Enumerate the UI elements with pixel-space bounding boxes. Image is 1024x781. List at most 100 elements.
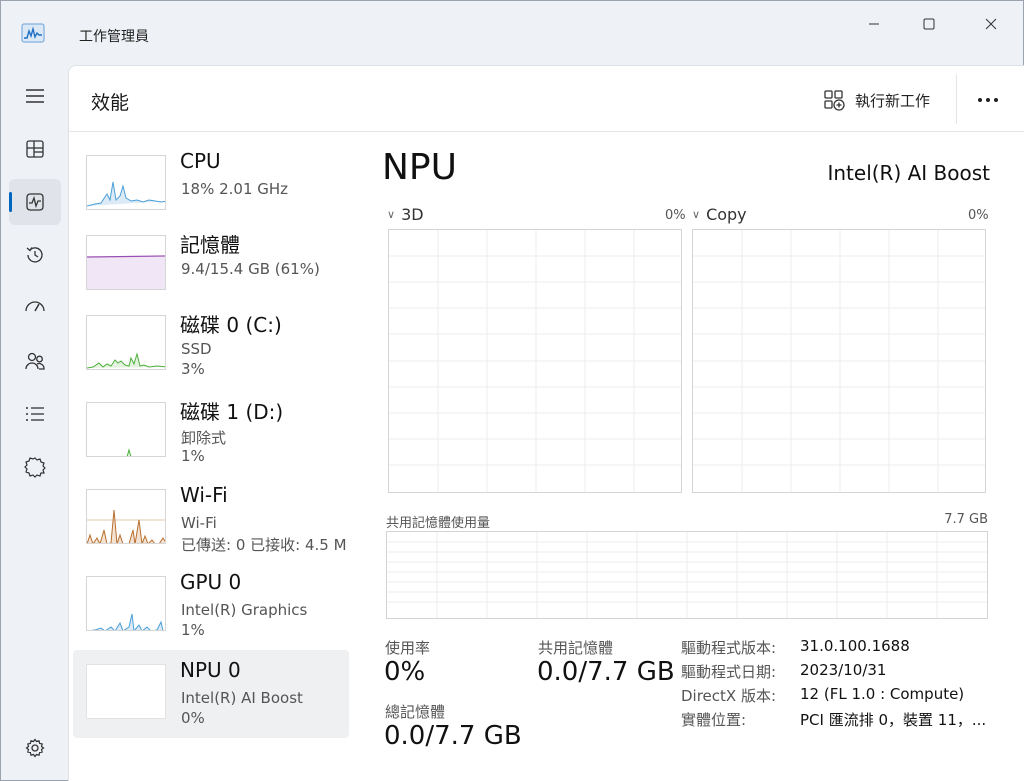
details-icon — [26, 407, 44, 421]
chevron-down-icon: ∨ — [387, 208, 396, 221]
device-item-disk-0[interactable]: 磁碟 0 (C:) SSD 3% — [73, 309, 349, 395]
shared-memory-graph — [386, 531, 988, 619]
driver-date-value: 2023/10/31 — [800, 661, 887, 679]
close-button[interactable] — [968, 11, 1014, 37]
device-subtitle: SSD — [181, 340, 212, 358]
services-icon — [24, 457, 46, 478]
nav-app-history[interactable] — [9, 232, 61, 278]
graph-selector-copy[interactable]: ∨ Copy — [692, 205, 747, 224]
maximize-button[interactable] — [906, 11, 952, 37]
nav-performance[interactable] — [9, 179, 61, 225]
settings-icon — [25, 738, 45, 758]
device-subtitle: Wi-Fi — [181, 514, 217, 532]
device-item-wifi[interactable]: Wi-Fi Wi-Fi 已傳送: 0 已接收: 4.5 M — [73, 483, 349, 569]
side-navigation — [1, 65, 67, 781]
device-item-gpu-0[interactable]: GPU 0 Intel(R) Graphics 1% — [73, 570, 349, 656]
device-item-disk-1[interactable]: 磁碟 1 (D:) 卸除式 1% — [73, 396, 349, 482]
graph-label: 3D — [401, 205, 424, 224]
shared-memory-grid — [387, 532, 987, 618]
minimize-button[interactable] — [851, 11, 897, 37]
performance-icon — [26, 193, 44, 211]
shared-memory-value: 0.0/7.7 GB — [537, 657, 675, 687]
device-item-memory[interactable]: 記憶體 9.4/15.4 GB (61%) — [73, 229, 349, 315]
device-usage: 1% — [181, 447, 205, 465]
nav-processes[interactable] — [9, 126, 61, 172]
device-item-npu-0[interactable]: NPU 0 Intel(R) AI Boost 0% — [73, 650, 349, 738]
device-name: CPU — [180, 149, 221, 173]
hamburger-menu-icon — [26, 89, 44, 103]
device-name: Wi-Fi — [180, 483, 228, 507]
disk-0-thumbnail-graph — [86, 315, 166, 370]
device-item-cpu[interactable]: CPU 18% 2.01 GHz — [73, 149, 349, 235]
maximize-icon — [923, 18, 935, 30]
nav-users[interactable] — [9, 338, 61, 384]
graph-3d-grid — [389, 230, 681, 492]
nav-details[interactable] — [9, 391, 61, 437]
device-subtitle: 卸除式 — [181, 429, 227, 447]
nav-menu-toggle[interactable] — [9, 73, 61, 119]
device-subtitle: 9.4/15.4 GB (61%) — [181, 260, 320, 278]
device-usage: 0% — [181, 709, 205, 727]
more-options-icon — [978, 98, 998, 102]
graph-label: Copy — [706, 205, 747, 224]
total-memory-label: 總記憶體 — [385, 703, 446, 721]
device-subtitle: Intel(R) Graphics — [181, 601, 308, 619]
npu-0-thumbnail-graph — [86, 664, 166, 719]
utilization-label: 使用率 — [385, 639, 431, 657]
device-name: GPU 0 — [180, 570, 242, 594]
page-header: 效能 執行新工作 — [69, 66, 1024, 132]
run-new-task-label: 執行新工作 — [855, 91, 931, 110]
shared-memory-label: 共用記憶體 — [538, 639, 614, 657]
property-label: 驅動程式版本: — [681, 639, 777, 657]
processes-icon — [26, 140, 44, 158]
graph-percent: 0% — [665, 208, 686, 223]
memory-thumbnail-graph — [86, 235, 166, 290]
graph-percent: 0% — [968, 208, 989, 223]
users-icon — [25, 352, 45, 370]
device-subtitle: 18% 2.01 GHz — [181, 180, 289, 198]
chevron-down-icon: ∨ — [692, 208, 701, 221]
cpu-thumbnail-graph — [86, 155, 166, 210]
device-model: Intel(R) AI Boost — [827, 161, 990, 185]
property-label: 實體位置: — [681, 711, 747, 729]
page-title: 效能 — [91, 92, 130, 114]
device-usage: 已傳送: 0 已接收: 4.5 M — [181, 536, 347, 554]
graph-3d — [388, 229, 682, 493]
device-usage: 3% — [181, 360, 205, 378]
shared-memory-max: 7.7 GB — [944, 512, 988, 527]
window-title: 工作管理員 — [79, 29, 149, 45]
nav-settings[interactable] — [9, 725, 61, 771]
nav-startup-apps[interactable] — [9, 285, 61, 331]
header-divider — [956, 74, 957, 124]
run-new-task-icon — [824, 90, 845, 111]
gpu-0-thumbnail-graph — [86, 576, 166, 631]
device-usage: 1% — [181, 621, 205, 639]
more-options-button[interactable] — [972, 86, 1004, 114]
total-memory-value: 0.0/7.7 GB — [384, 721, 522, 751]
wifi-thumbnail-graph — [86, 489, 166, 544]
driver-version-value: 31.0.100.1688 — [800, 637, 910, 655]
device-title: NPU — [382, 147, 457, 188]
shared-memory-usage-label: 共用記憶體使用量 — [386, 516, 491, 531]
npu-detail-pane: NPU Intel(R) AI Boost ∨ 3D 0% ∨ Copy 0% … — [381, 143, 1001, 763]
graph-selector-3d[interactable]: ∨ 3D — [387, 205, 424, 224]
run-new-task-button[interactable]: 執行新工作 — [823, 86, 930, 114]
device-name: 記憶體 — [180, 233, 240, 257]
device-name: 磁碟 1 (D:) — [180, 400, 284, 424]
directx-version-value: 12 (FL 1.0 : Compute) — [800, 685, 965, 703]
content-panel: 效能 執行新工作 CPU 18% 2.01 GHz 記憶體 9.4/15.4 G… — [68, 65, 1024, 781]
task-manager-window: 工作管理員 效能 執行新工作 CPU 18% 2.01 GHz 記憶體 9.4/… — [0, 0, 1024, 781]
close-icon — [985, 18, 997, 30]
graph-copy — [692, 229, 986, 493]
device-name: 磁碟 0 (C:) — [180, 313, 282, 337]
property-label: 驅動程式日期: — [681, 663, 777, 681]
physical-location-value: PCI 匯流排 0，裝置 11，... — [800, 711, 987, 729]
minimize-icon — [869, 23, 879, 25]
nav-services[interactable] — [9, 444, 61, 490]
device-name: NPU 0 — [180, 658, 241, 682]
task-manager-app-icon — [21, 23, 45, 43]
disk-1-thumbnail-graph — [86, 402, 166, 457]
title-bar: 工作管理員 — [1, 1, 1024, 65]
property-label: DirectX 版本: — [681, 687, 777, 705]
device-subtitle: Intel(R) AI Boost — [181, 689, 303, 707]
